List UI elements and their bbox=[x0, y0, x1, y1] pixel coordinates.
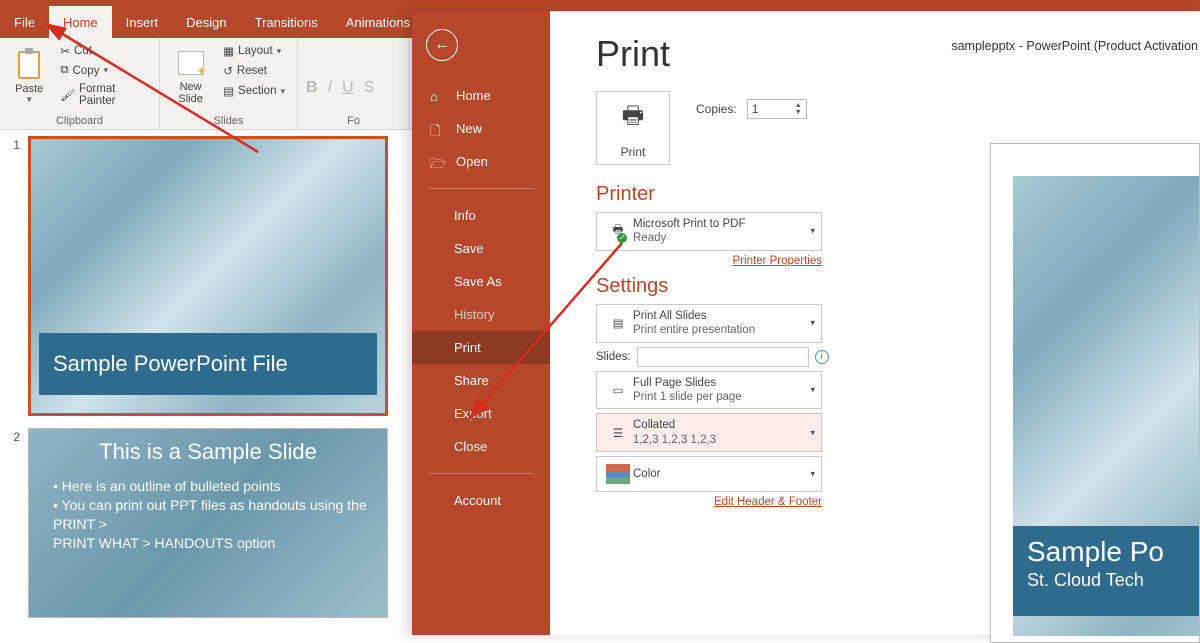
font-group-label: Fo bbox=[306, 113, 401, 127]
nav-close[interactable]: Close bbox=[412, 430, 550, 463]
layout-select[interactable]: ▭ Full Page SlidesPrint 1 slide per page bbox=[596, 371, 822, 410]
copies-input[interactable]: 1 ▲▼ bbox=[747, 99, 807, 119]
nav-save-as[interactable]: Save As bbox=[412, 265, 550, 298]
nav-account[interactable]: Account bbox=[412, 484, 550, 517]
new-slide-label: New Slide bbox=[178, 81, 202, 105]
print-button[interactable]: 🖶 Print bbox=[596, 91, 670, 165]
info-icon[interactable]: i bbox=[815, 350, 829, 364]
print-preview: Sample Po St. Cloud Tech bbox=[990, 143, 1200, 643]
italic-button[interactable]: I bbox=[328, 79, 332, 97]
print-range-select[interactable]: ▤ Print All SlidesPrint entire presentat… bbox=[596, 304, 822, 343]
nav-save[interactable]: Save bbox=[412, 232, 550, 265]
slides-label: Slides: bbox=[596, 351, 631, 363]
page-icon: ▭ bbox=[603, 377, 633, 403]
layout-icon: ▦ bbox=[223, 44, 234, 58]
preview-title: Sample Po bbox=[1027, 536, 1200, 568]
arrow-left-icon: ← bbox=[434, 36, 450, 54]
underline-button[interactable]: U bbox=[342, 79, 354, 97]
tab-animations[interactable]: Animations bbox=[332, 6, 424, 38]
scissors-icon: ✂ bbox=[60, 44, 70, 58]
section-button[interactable]: ▤Section bbox=[219, 82, 289, 100]
thumb-number: 1 bbox=[10, 136, 20, 152]
copies-label: Copies: bbox=[696, 102, 737, 116]
slide1-title: Sample PowerPoint File bbox=[39, 333, 377, 395]
clipboard-group-label: Clipboard bbox=[8, 113, 151, 127]
tab-transitions[interactable]: Transitions bbox=[241, 6, 332, 38]
collate-select[interactable]: ☰ Collated1,2,3 1,2,3 1,2,3 bbox=[596, 413, 822, 452]
collate-icon: ☰ bbox=[603, 420, 633, 446]
nav-open[interactable]: 🗁Open bbox=[412, 145, 550, 178]
layout-button[interactable]: ▦Layout bbox=[219, 42, 289, 60]
preview-subtitle: St. Cloud Tech bbox=[1027, 570, 1200, 591]
printer-ready-icon: 🖶✓ bbox=[613, 222, 624, 241]
paste-button[interactable]: Paste ▼ bbox=[8, 42, 50, 110]
color-select[interactable]: Color bbox=[596, 456, 822, 492]
nav-info[interactable]: Info bbox=[412, 199, 550, 232]
thumb-number: 2 bbox=[10, 428, 20, 444]
slides-input[interactable] bbox=[637, 347, 809, 367]
paste-label: Paste bbox=[15, 83, 43, 95]
copy-icon: ⧉ bbox=[60, 64, 68, 77]
slide2-body: Here is an outline of bulleted points Yo… bbox=[53, 477, 373, 553]
slide-thumb-2[interactable]: This is a Sample Slide Here is an outlin… bbox=[28, 428, 388, 618]
edit-header-footer-link[interactable]: Edit Header & Footer bbox=[714, 496, 822, 508]
format-painter-button[interactable]: 🖌Format Painter bbox=[56, 81, 151, 109]
tab-home[interactable]: Home bbox=[49, 6, 112, 38]
copy-button[interactable]: ⧉Copy bbox=[56, 62, 151, 79]
backstage-content: samplepptx - PowerPoint (Product Activat… bbox=[550, 11, 1200, 635]
backstage-panel: ← ⌂Home 🗋New 🗁Open Info Save Save As His… bbox=[412, 11, 1200, 635]
color-swatch-icon bbox=[603, 461, 633, 487]
printer-heading: Printer bbox=[596, 183, 655, 206]
nav-export[interactable]: Export bbox=[412, 397, 550, 430]
reset-button[interactable]: ↺Reset bbox=[219, 62, 289, 80]
slide2-title: This is a Sample Slide bbox=[29, 439, 387, 465]
tab-design[interactable]: Design bbox=[172, 6, 240, 38]
reset-icon: ↺ bbox=[223, 64, 233, 78]
clipboard-icon bbox=[18, 51, 40, 79]
slides-group-label: Slides bbox=[168, 113, 289, 127]
document-title: samplepptx - PowerPoint (Product Activat… bbox=[941, 35, 1200, 57]
nav-history: History bbox=[412, 298, 550, 331]
cut-button[interactable]: ✂Cut bbox=[56, 42, 151, 60]
new-slide-button[interactable]: New Slide bbox=[168, 42, 213, 110]
slide-thumbnails: 1 Sample PowerPoint File 2 This is a Sam… bbox=[0, 130, 408, 635]
slide-thumb-1[interactable]: Sample PowerPoint File bbox=[28, 136, 388, 416]
section-icon: ▤ bbox=[223, 84, 234, 98]
tab-file[interactable]: File bbox=[0, 6, 49, 38]
spinner-icon[interactable]: ▲▼ bbox=[795, 102, 802, 116]
folder-open-icon: 🗁 bbox=[430, 155, 446, 169]
nav-home[interactable]: ⌂Home bbox=[412, 79, 550, 112]
home-icon: ⌂ bbox=[430, 89, 446, 103]
nav-new[interactable]: 🗋New bbox=[412, 112, 550, 145]
settings-heading: Settings bbox=[596, 275, 668, 298]
bold-button[interactable]: B bbox=[306, 79, 318, 97]
new-slide-icon bbox=[178, 51, 204, 75]
nav-share[interactable]: Share bbox=[412, 364, 550, 397]
strike-button[interactable]: S bbox=[364, 79, 375, 97]
nav-print[interactable]: Print bbox=[412, 331, 550, 364]
printer-select[interactable]: 🖶✓ Microsoft Print to PDFReady bbox=[596, 212, 822, 251]
back-button[interactable]: ← bbox=[426, 29, 458, 61]
printer-properties-link[interactable]: Printer Properties bbox=[733, 255, 822, 267]
tab-insert[interactable]: Insert bbox=[112, 6, 173, 38]
slides-stack-icon: ▤ bbox=[603, 310, 633, 336]
backstage-nav: ← ⌂Home 🗋New 🗁Open Info Save Save As His… bbox=[412, 11, 550, 635]
printer-icon: 🖶 bbox=[622, 98, 645, 139]
brush-icon: 🖌 bbox=[60, 88, 75, 102]
document-icon: 🗋 bbox=[430, 122, 446, 136]
